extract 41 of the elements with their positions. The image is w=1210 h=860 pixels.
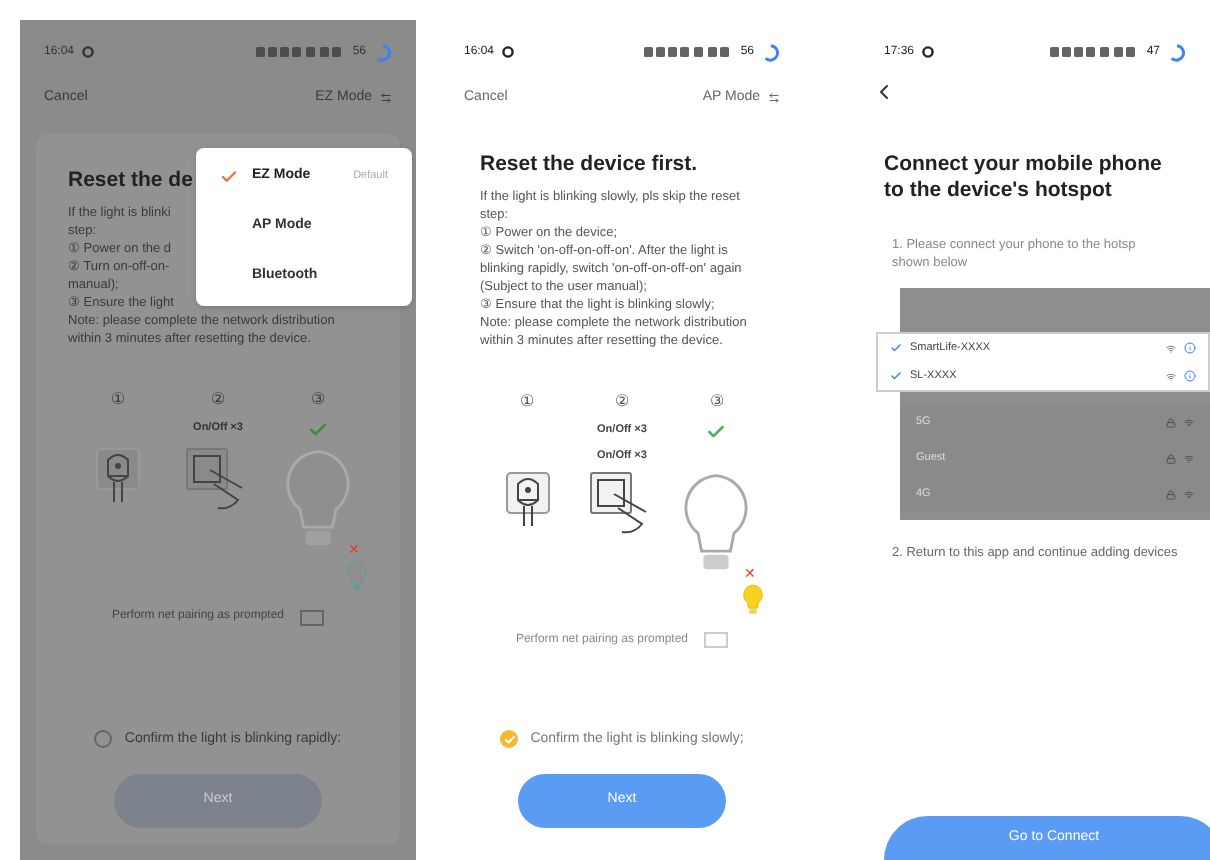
info-icon — [1184, 342, 1196, 354]
instructions-title: Reset the de — [68, 165, 193, 195]
wifi-icon — [1166, 343, 1176, 353]
battery-ring-icon — [374, 43, 392, 61]
plug-icon — [96, 448, 140, 505]
toggle-icon — [300, 609, 325, 626]
step-number: ③ — [311, 388, 325, 413]
wifi-icon — [1184, 417, 1194, 427]
battery-ring-icon — [1168, 43, 1186, 61]
info-icon — [1184, 370, 1196, 382]
check-icon — [890, 370, 902, 382]
status-icon — [922, 46, 935, 58]
lock-icon — [1166, 417, 1176, 427]
wifi-icon — [1184, 489, 1194, 499]
confirm-checkbox[interactable] — [500, 730, 519, 749]
check-icon — [706, 422, 727, 443]
instructions-title: Reset the device first. — [480, 149, 698, 179]
step-number: ③ — [709, 390, 724, 415]
confirm-checkbox[interactable] — [94, 730, 113, 749]
step-number: ① — [520, 390, 535, 415]
status-icon — [502, 46, 515, 58]
page-title: Connect your mobile phone to the device's hotspot — [884, 152, 1164, 204]
step-number: ① — [111, 388, 125, 413]
plug-icon — [505, 471, 550, 528]
lock-icon — [1166, 489, 1176, 499]
status-icons-drawing — [1050, 46, 1139, 58]
status-icons-drawing — [644, 46, 733, 58]
check-icon — [890, 342, 902, 354]
wifi-icon — [1166, 371, 1176, 381]
status-icons-drawing — [256, 46, 345, 58]
lock-icon — [1166, 453, 1176, 463]
battery-ring-icon — [762, 43, 780, 61]
status-icon — [82, 46, 95, 58]
wifi-icon — [1184, 453, 1194, 463]
check-icon — [220, 168, 238, 186]
check-icon — [308, 420, 328, 441]
toggle-icon — [704, 632, 729, 649]
step-number: ② — [614, 390, 629, 415]
swap-icon — [380, 92, 392, 105]
step-number: ② — [211, 388, 225, 413]
swap-icon — [768, 92, 780, 105]
